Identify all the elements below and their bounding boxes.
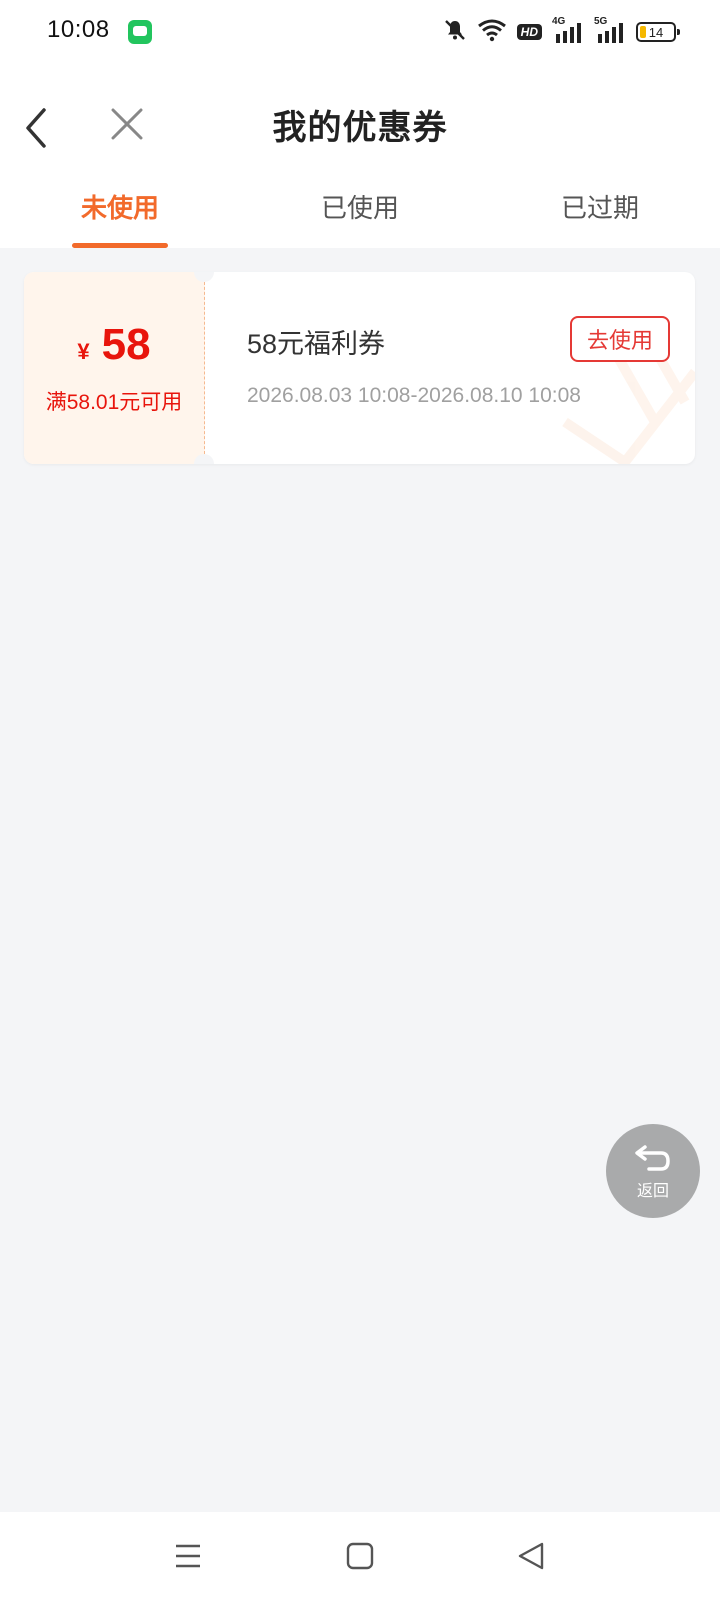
back-nav-button[interactable] [514,1538,550,1574]
status-time: 10:08 [47,16,110,43]
status-bar: 10:08 HD 4G 5G 14 [0,0,720,64]
signal-5g-icon: 5G [594,16,626,44]
menu-nav-button[interactable] [170,1538,206,1574]
coupon-amount: 58 [101,320,151,369]
tab-unused[interactable]: 未使用 [0,174,240,248]
tab-label: 已过期 [560,193,639,223]
mute-bell-icon [443,18,467,47]
coupon-name: 58元福利券 [247,329,386,359]
hd-badge: HD [516,24,542,40]
battery-icon: 14 [636,22,680,42]
messages-app-icon [128,20,152,44]
battery-level: 14 [648,24,664,40]
tab-expired[interactable]: 已过期 [480,174,720,248]
header: 我的优惠券 [0,64,720,174]
tab-bar: 未使用 已使用 已过期 [0,174,720,248]
coupon-amount-line: ¥58 [24,320,204,370]
coupon-card: ¥58 满58.01元可用 58元福利券 2026.08.03 10:08-20… [24,272,695,464]
back-triangle-icon [518,1542,544,1570]
tab-label: 已使用 [320,193,399,223]
status-icons: HD 4G 5G 14 [443,16,680,47]
floating-return-button[interactable]: 返回 [606,1124,700,1218]
use-coupon-button[interactable]: 去使用 [570,316,670,362]
coupon-condition: 满58.01元可用 [45,391,183,414]
home-nav-button[interactable] [342,1538,378,1574]
home-square-icon [346,1542,374,1570]
coupon-validity: 2026.08.03 10:08-2026.08.10 10:08 [247,384,581,407]
floating-return-label: 返回 [636,1183,669,1200]
page-title: 我的优惠券 [272,109,448,147]
menu-icon [176,1544,200,1568]
system-nav-bar [0,1512,720,1600]
currency-symbol: ¥ [77,339,90,364]
coupon-notch [194,454,214,464]
tab-indicator [72,243,168,248]
tab-label: 未使用 [80,193,159,223]
tab-used[interactable]: 已使用 [240,174,480,248]
coupon-amount-panel: ¥58 满58.01元可用 [24,272,205,464]
signal-4g-icon: 4G [552,16,584,44]
wifi-icon [477,18,507,47]
return-arrow-icon [635,1145,670,1171]
